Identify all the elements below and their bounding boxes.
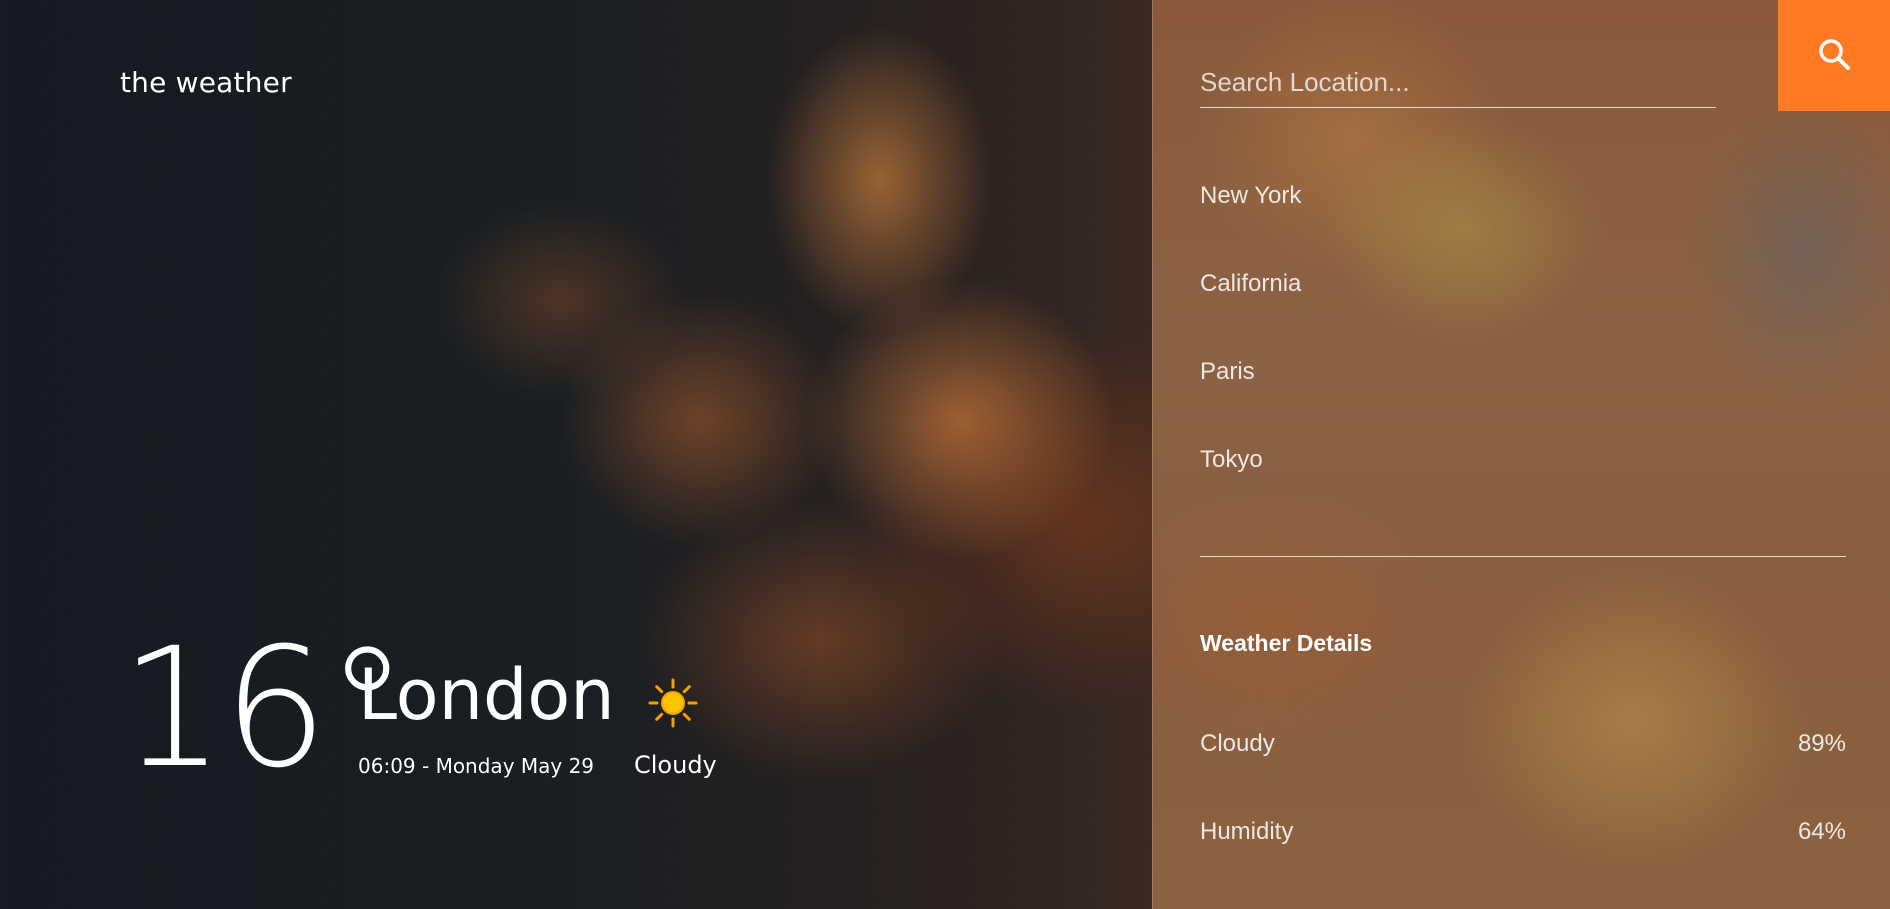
location-item-california[interactable]: California [1200,270,1301,298]
brand-logo[interactable]: the weather [120,66,292,99]
search-icon [1817,37,1851,75]
detail-row-cloudy: Cloudy 89% [1200,730,1846,758]
location-item-paris[interactable]: Paris [1200,358,1255,386]
sun-icon [648,678,698,728]
divider [1200,556,1846,557]
detail-value: 64% [1797,818,1846,845]
detail-value: 89% [1797,730,1846,757]
search-input[interactable] [1200,58,1716,108]
location-item-new-york[interactable]: New York [1200,182,1301,210]
weather-details-heading: Weather Details [1200,630,1373,656]
detail-label: Humidity [1200,818,1294,845]
search-button[interactable] [1778,0,1890,111]
city-name: London [358,654,615,736]
detail-label: Cloudy [1200,730,1275,757]
date-time: 06:09 - Monday May 29 [358,754,595,778]
detail-row-humidity: Humidity 64% [1200,818,1846,846]
condition-label: Cloudy [634,751,717,779]
location-item-tokyo[interactable]: Tokyo [1200,446,1263,474]
